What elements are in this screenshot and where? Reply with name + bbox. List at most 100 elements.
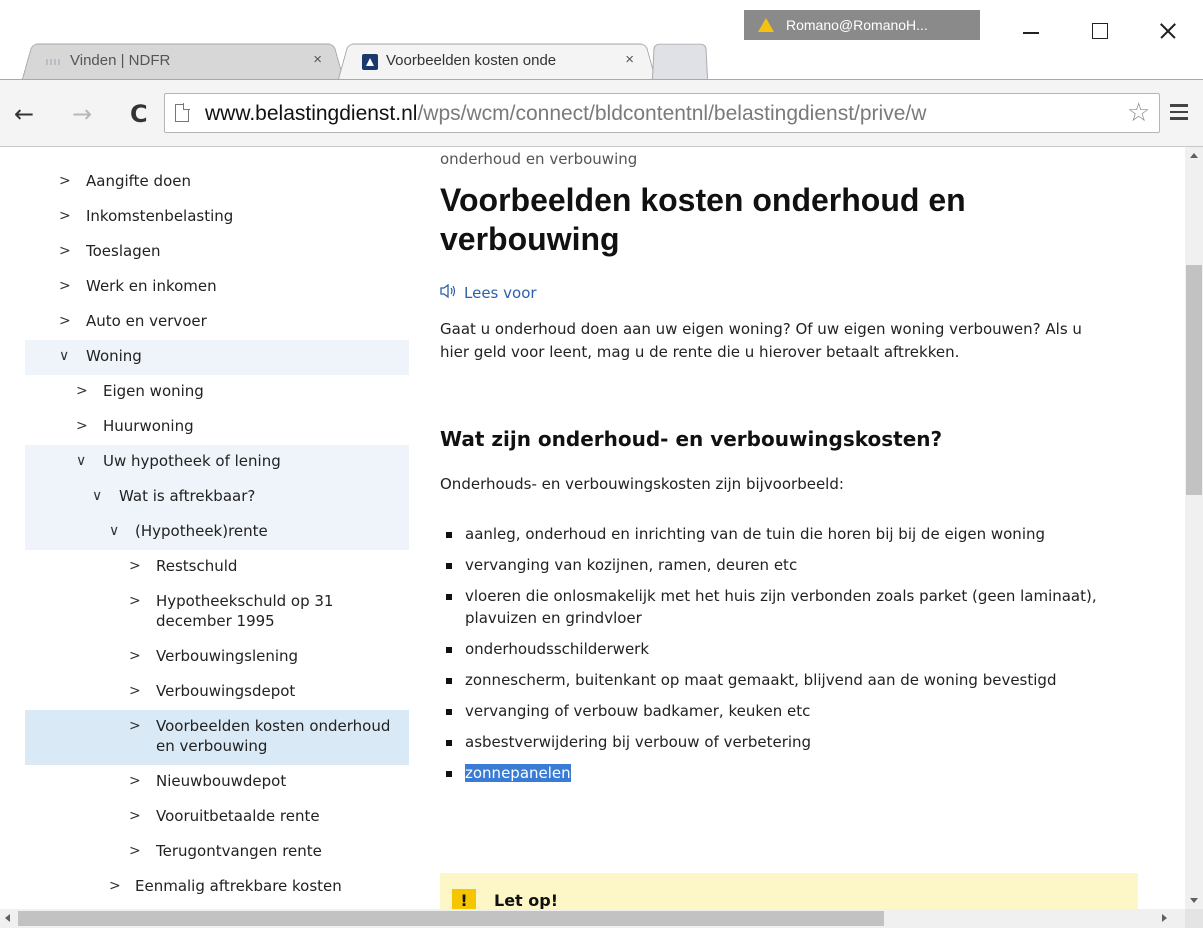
scroll-right-arrow-icon[interactable] (1162, 914, 1167, 922)
sidebar-item[interactable]: > Restschuld (25, 550, 409, 585)
title-bar: Romano@RomanoH... Vinden | NDFR × Voorbe… (0, 0, 1203, 80)
list-item-text: vloeren die onlosmakelijk met het huis z… (465, 587, 1097, 627)
list-item: vloeren die onlosmakelijk met het huis z… (440, 585, 1140, 629)
scroll-left-arrow-icon[interactable] (5, 914, 10, 922)
maximize-button[interactable] (1077, 14, 1123, 48)
back-arrow-icon[interactable]: ← (14, 102, 34, 126)
minimize-button[interactable] (1007, 14, 1053, 48)
list-item: vervanging van kozijnen, ramen, deuren e… (440, 554, 1140, 576)
chevron-right-icon: > (129, 558, 141, 574)
sidebar-item-label: Hypotheekschuld op 31 december 1995 (156, 592, 334, 630)
url-host: www.belastingdienst.nl (205, 102, 418, 125)
sidebar-item[interactable]: > Inkomstenbelasting (25, 200, 409, 235)
chevron-right-icon: > (76, 418, 88, 434)
sidebar-item[interactable]: > Eenmalig aftrekbare kosten (25, 870, 409, 905)
chevron-right-icon: > (76, 383, 88, 399)
chevron-right-icon: > (129, 808, 141, 824)
chevron-right-icon: > (129, 718, 141, 734)
list-item-text: zonnescherm, buitenkant op maat gemaakt,… (465, 671, 1057, 689)
bookmark-star-icon[interactable]: ☆ (1123, 98, 1151, 128)
tab-favicon-icon (46, 59, 62, 65)
sidebar-item-label: Uw hypotheek of lening (103, 452, 281, 470)
scroll-down-arrow-icon[interactable] (1190, 898, 1198, 903)
notice-box: ! Let op! (440, 873, 1138, 909)
tab-close-icon[interactable]: × (625, 51, 634, 68)
sidebar-item[interactable]: > Aangifte doen (25, 165, 409, 200)
sidebar-item[interactable]: > Terugontvangen rente (25, 835, 409, 870)
sidebar-item-label: Terugontvangen rente (156, 842, 322, 860)
tab-vinden-ndfr[interactable]: Vinden | NDFR × (22, 41, 344, 79)
sidebar-item[interactable]: > Huurwoning (25, 410, 409, 445)
warning-icon: ! (452, 889, 476, 909)
sidebar-item[interactable]: > Nieuwbouwdepot (25, 765, 409, 800)
sidebar-item[interactable]: ∨ Uw hypotheek of lening (25, 445, 409, 480)
sidebar-item[interactable]: > Werk en inkomen (25, 270, 409, 305)
tab-close-icon[interactable]: × (313, 51, 322, 68)
forward-arrow-icon[interactable]: → (72, 102, 92, 126)
page-title: Voorbeelden kosten onderhoud en verbouwi… (440, 182, 966, 257)
list-item: vervanging of verbouw badkamer, keuken e… (440, 700, 1140, 722)
read-aloud-link[interactable]: Lees voor (440, 283, 537, 302)
chevron-right-icon: > (129, 683, 141, 699)
new-tab-button[interactable] (652, 41, 708, 79)
intro-paragraph: Gaat u onderhoud doen aan uw eigen wonin… (440, 320, 1082, 361)
address-bar[interactable]: www.belastingdienst.nl/wps/wcm/connect/b… (164, 93, 1160, 133)
chevron-down-icon: ∨ (109, 523, 120, 539)
sidebar-item-label: Nieuwbouwdepot (156, 772, 287, 790)
sidebar-item-label: Restschuld (156, 557, 238, 575)
breadcrumb[interactable]: onderhoud en verbouwing (440, 150, 637, 168)
list-item-text: aanleg, onderhoud en inrichting van de t… (465, 525, 1046, 543)
close-window-button[interactable] (1145, 14, 1191, 48)
sidebar-item-label: Eenmalig aftrekbare kosten (135, 877, 342, 895)
browser-menu-icon[interactable] (1170, 104, 1188, 120)
sidebar-item-label: Verbouwingsdepot (156, 682, 296, 700)
tab-label: Voorbeelden kosten onde (386, 52, 557, 69)
sidebar-item[interactable]: > Auto en vervoer (25, 305, 409, 340)
sidebar-item-label: Woning (86, 347, 142, 365)
list-item-text: vervanging of verbouw badkamer, keuken e… (465, 702, 811, 720)
sidebar-item-label: Verbouwingslening (156, 647, 299, 665)
list-item: zonnepanelen (440, 762, 1140, 784)
page-info-icon[interactable] (175, 103, 190, 122)
tab-voorbeelden-kosten[interactable]: Voorbeelden kosten onde × (338, 41, 656, 79)
horizontal-scroll-thumb[interactable] (18, 911, 884, 926)
vertical-scrollbar[interactable] (1185, 147, 1203, 909)
sidebar-item-label: Vooruitbetaalde rente (156, 807, 320, 825)
browser-toolbar: ← → C www.belastingdienst.nl/wps/wcm/con… (0, 79, 1203, 147)
chevron-right-icon: > (129, 773, 141, 789)
chevron-right-icon: > (129, 843, 141, 859)
vertical-scroll-thumb[interactable] (1186, 265, 1202, 495)
belastingdienst-favicon-icon (362, 54, 378, 70)
lead-paragraph: Onderhouds- en verbouwingskosten zijn bi… (440, 475, 844, 493)
speaker-icon (440, 283, 458, 302)
horizontal-scrollbar[interactable] (0, 909, 1185, 928)
sidebar-item[interactable]: > Verbouwingsdepot (25, 675, 409, 710)
sidebar-item[interactable]: ∨ Wat is aftrekbaar? (25, 480, 409, 515)
sidebar-item-label: Voorbeelden kosten onderhoud en verbouwi… (156, 717, 391, 755)
sidebar-nav: > Aangifte doen > Inkomstenbelasting > Toesla… (25, 165, 409, 905)
list-item-text: onderhoudsschilderwerk (465, 640, 650, 658)
sidebar-item-label: Toeslagen (86, 242, 161, 260)
url-text[interactable]: www.belastingdienst.nl/wps/wcm/connect/b… (205, 102, 926, 126)
sidebar-item[interactable]: > Eigen woning (25, 375, 409, 410)
sidebar-item-label: Aangifte doen (86, 172, 191, 190)
sidebar-item-label: Auto en vervoer (86, 312, 207, 330)
chevron-down-icon: ∨ (76, 453, 87, 469)
sidebar-item[interactable]: > Hypotheekschuld op 31 december 1995 (25, 585, 409, 640)
sidebar-item[interactable]: > Verbouwingslening (25, 640, 409, 675)
page-viewport: > Aangifte doen > Inkomstenbelasting > Toesla… (0, 147, 1185, 909)
sidebar-item[interactable]: > Vooruitbetaalde rente (25, 800, 409, 835)
scroll-up-arrow-icon[interactable] (1190, 153, 1198, 158)
chevron-right-icon: > (59, 278, 71, 294)
chevron-right-icon: > (129, 648, 141, 664)
profile-button[interactable]: Romano@RomanoH... (744, 10, 980, 40)
sidebar-item[interactable]: ∨ Woning (25, 340, 409, 375)
chevron-down-icon: ∨ (59, 348, 70, 364)
list-item-text: asbestverwijdering bij verbouw of verbet… (465, 733, 812, 751)
sidebar-item[interactable]: > Voorbeelden kosten onderhoud en verbouw… (25, 710, 409, 765)
list-item-text: zonnepanelen (465, 764, 571, 782)
reload-icon[interactable]: C (130, 102, 148, 126)
sidebar-item[interactable]: ∨ (Hypotheek)rente (25, 515, 409, 550)
read-aloud-label: Lees voor (464, 284, 537, 302)
sidebar-item[interactable]: > Toeslagen (25, 235, 409, 270)
